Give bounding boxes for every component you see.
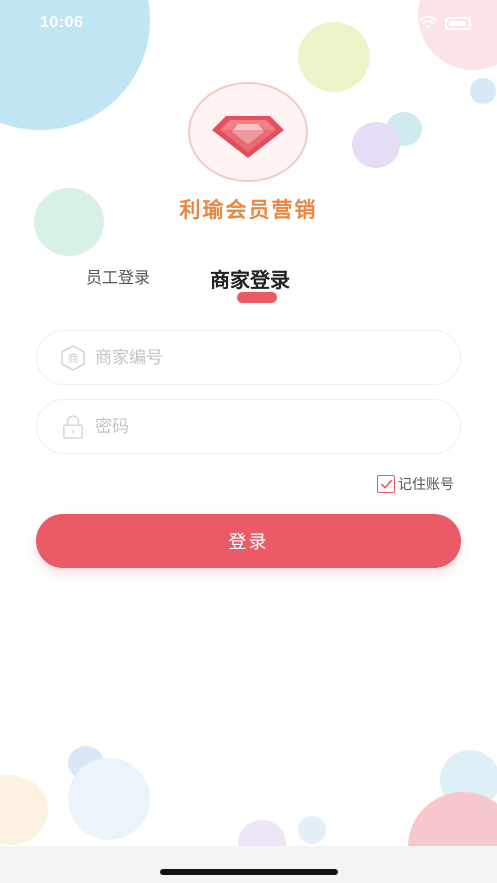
login-button[interactable]: 登录 (36, 514, 461, 568)
tab-merchant-login[interactable]: 商家登录 (210, 264, 290, 293)
bubble-decoration (470, 78, 496, 104)
login-screen: 10:06 利瑜会员营销 员工登录 商家登录 商 商家编号 记住账号 登录 (0, 0, 497, 883)
tab-staff-login[interactable]: 员工登录 (86, 264, 150, 288)
lock-icon (61, 414, 85, 440)
app-logo (188, 82, 308, 182)
diamond-logo-icon (212, 116, 284, 158)
battery-icon (445, 16, 471, 30)
password-input[interactable] (95, 416, 415, 437)
bubble-decoration (68, 758, 150, 840)
status-bar: 10:06 (0, 0, 497, 50)
home-bar-area (0, 846, 497, 883)
checkmark-icon (380, 479, 392, 489)
merchant-hexagon-icon: 商 (61, 344, 85, 371)
remember-account[interactable]: 记住账号 (377, 474, 454, 494)
wifi-icon (419, 16, 437, 29)
app-title: 利瑜会员营销 (179, 198, 318, 222)
merchant-icon-char: 商 (68, 351, 79, 365)
status-icons (419, 16, 471, 30)
bubble-decoration (352, 122, 400, 168)
bubble-decoration (0, 775, 48, 845)
bubble-decoration (298, 816, 326, 844)
merchant-id-field[interactable]: 商 (36, 330, 461, 385)
status-time: 10:06 (40, 14, 84, 31)
password-field[interactable] (36, 399, 461, 454)
merchant-id-input[interactable] (95, 347, 415, 368)
remember-checkbox[interactable] (377, 475, 395, 493)
remember-label: 记住账号 (398, 477, 454, 493)
home-indicator[interactable] (160, 869, 338, 875)
active-tab-indicator (237, 292, 277, 303)
